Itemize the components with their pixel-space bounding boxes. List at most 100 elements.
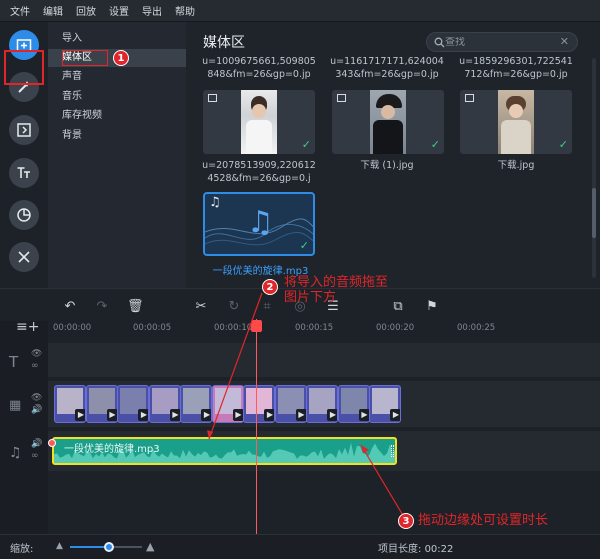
undo-icon[interactable]: ↶ (62, 299, 78, 315)
media-bin-panel: 媒体区 ✕ u=1009675661,509805848&fm=26&gp=0.… (186, 22, 600, 288)
image-type-icon (208, 94, 217, 102)
search-input[interactable] (445, 36, 555, 48)
rotate-icon[interactable]: ↻ (226, 299, 242, 315)
annotation-drag-edge: 拖动边缘处可设置时长 (418, 513, 549, 528)
volume-icon[interactable]: 🔊 (31, 405, 42, 415)
stickers-button[interactable] (9, 200, 39, 230)
video-clip[interactable]: ▶ (180, 385, 212, 423)
transition-icon[interactable]: ▶ (264, 409, 274, 421)
used-check-icon: ✓ (430, 138, 440, 151)
audio-clip-label: 一段优美的旋律.mp3 (64, 444, 160, 455)
transition-icon[interactable]: ▶ (106, 409, 117, 421)
clip-trim-handle[interactable] (391, 445, 394, 457)
media-scrollbar[interactable] (592, 58, 596, 278)
video-clip[interactable]: ▶ (306, 385, 338, 423)
audio-clip[interactable]: 一段优美的旋律.mp3 (52, 437, 397, 465)
transition-icon[interactable]: ▶ (75, 409, 85, 421)
text-icon (17, 167, 30, 178)
media-file-name: u=1859296301,722541712&fm=26&gp=0.jp (459, 56, 573, 80)
clear-search-icon[interactable]: ✕ (560, 35, 569, 48)
category-list: 导入 媒体区 声音 音乐 库存视频 背景 1 (48, 22, 186, 288)
image-type-icon (465, 94, 474, 102)
transition-icon[interactable]: ▶ (201, 409, 211, 421)
annotation-badge-3: 3 (398, 513, 414, 529)
add-track-icon[interactable]: ≡+ (16, 319, 39, 335)
annotation-drag-audio-line1: 将导入的音频拖至 (284, 275, 389, 290)
category-stock-video[interactable]: 库存视频 (62, 107, 102, 125)
tool-strip (0, 22, 48, 288)
menu-playback[interactable]: 回放 (76, 3, 96, 18)
video-clip[interactable]: ▶ (369, 385, 401, 423)
annotation-badge-2: 2 (262, 279, 278, 295)
transition-icon[interactable]: ▶ (358, 409, 369, 421)
visibility-icon[interactable]: 👁 (31, 393, 42, 403)
transition-icon[interactable]: ▶ (232, 409, 243, 421)
sticker-icon (17, 208, 31, 222)
audio-thumbnail[interactable]: ♫ ♫ ✓ (203, 192, 315, 256)
video-clip[interactable]: ▶ (211, 385, 244, 423)
video-clip[interactable]: ▶ (274, 385, 307, 423)
music-note-icon: ♫ (209, 195, 221, 210)
crop-icon[interactable]: ⌗ (259, 299, 275, 315)
video-clip[interactable]: ▶ (54, 385, 86, 423)
transition-icon[interactable]: ▶ (169, 409, 180, 421)
menu-file[interactable]: 文件 (10, 3, 30, 18)
zoom-slider-handle[interactable] (104, 542, 114, 552)
video-track-icon: ▦ (9, 398, 22, 413)
search-box: ✕ (426, 32, 578, 52)
ruler-label: 00:00:25 (457, 323, 496, 333)
playhead-line[interactable] (256, 319, 257, 535)
more-tools-button[interactable] (9, 242, 39, 272)
tools-icon (18, 251, 30, 263)
video-clip[interactable]: ▶ (117, 385, 149, 423)
video-clip[interactable]: ▶ (148, 385, 181, 423)
media-scroll-thumb[interactable] (592, 188, 596, 238)
media-thumbnail[interactable]: ✓ (203, 90, 315, 154)
category-backgrounds[interactable]: 背景 (62, 127, 82, 145)
category-import[interactable]: 导入 (62, 30, 82, 48)
photo-preview (241, 90, 277, 154)
visibility-icon[interactable]: 👁 (31, 349, 42, 359)
text-track-icon: T (9, 353, 19, 371)
marker-flag-icon[interactable]: ⚑ (424, 299, 440, 315)
menu-bar: 文件 编辑 回放 设置 导出 帮助 (0, 0, 600, 22)
zoom-in-icon[interactable]: ▲ (146, 540, 154, 553)
text-track-lane[interactable] (48, 343, 600, 377)
video-clip[interactable]: ▶ (337, 385, 370, 423)
media-thumbnail[interactable]: ✓ (460, 90, 572, 154)
annotation-badge-1: 1 (113, 50, 129, 66)
media-thumbnail[interactable]: ✓ (332, 90, 444, 154)
transition-icon[interactable]: ▶ (295, 409, 306, 421)
video-clip[interactable]: ▶ (243, 385, 275, 423)
link-icon[interactable]: ∞ (31, 361, 39, 371)
overlay-icon[interactable]: ⧉ (390, 299, 406, 315)
redo-icon[interactable]: ↷ (94, 299, 110, 315)
media-file-name: u=2078513909,2206124528&fm=26&gp=0.j (202, 160, 316, 184)
split-icon[interactable]: ✂ (193, 299, 209, 315)
link-icon[interactable]: ∞ (31, 451, 39, 461)
transitions-button[interactable] (9, 115, 39, 145)
menu-settings[interactable]: 设置 (109, 3, 129, 18)
titles-button[interactable] (9, 158, 39, 188)
zoom-out-icon[interactable]: ▲ (56, 541, 63, 551)
category-sounds[interactable]: 声音 (62, 68, 82, 86)
delete-icon[interactable]: 🗑 (127, 299, 144, 315)
ruler-label: 00:00:05 (133, 323, 172, 333)
audio-clip-start-marker[interactable] (48, 439, 56, 447)
menu-help[interactable]: 帮助 (175, 3, 195, 18)
menu-export[interactable]: 导出 (142, 3, 162, 18)
category-music[interactable]: 音乐 (62, 88, 82, 106)
volume-icon[interactable]: 🔊 (31, 439, 42, 449)
transition-icon[interactable]: ▶ (138, 409, 148, 421)
transition-icon[interactable]: ▶ (327, 409, 337, 421)
timeline-ruler[interactable]: 00:00:00 00:00:05 00:00:10 00:00:15 00:0… (48, 321, 600, 339)
video-clip[interactable]: ▶ (85, 385, 118, 423)
playhead-handle[interactable] (251, 320, 262, 332)
menu-edit[interactable]: 编辑 (43, 3, 63, 18)
media-file-name: 下载 (1).jpg (360, 160, 414, 171)
media-bin-title: 媒体区 (203, 35, 245, 51)
photo-preview (498, 90, 534, 154)
project-length: 项目长度: 00:22 (378, 540, 453, 555)
transition-icon[interactable]: ▶ (390, 409, 400, 421)
music-note-big-icon: ♫ (247, 205, 274, 240)
